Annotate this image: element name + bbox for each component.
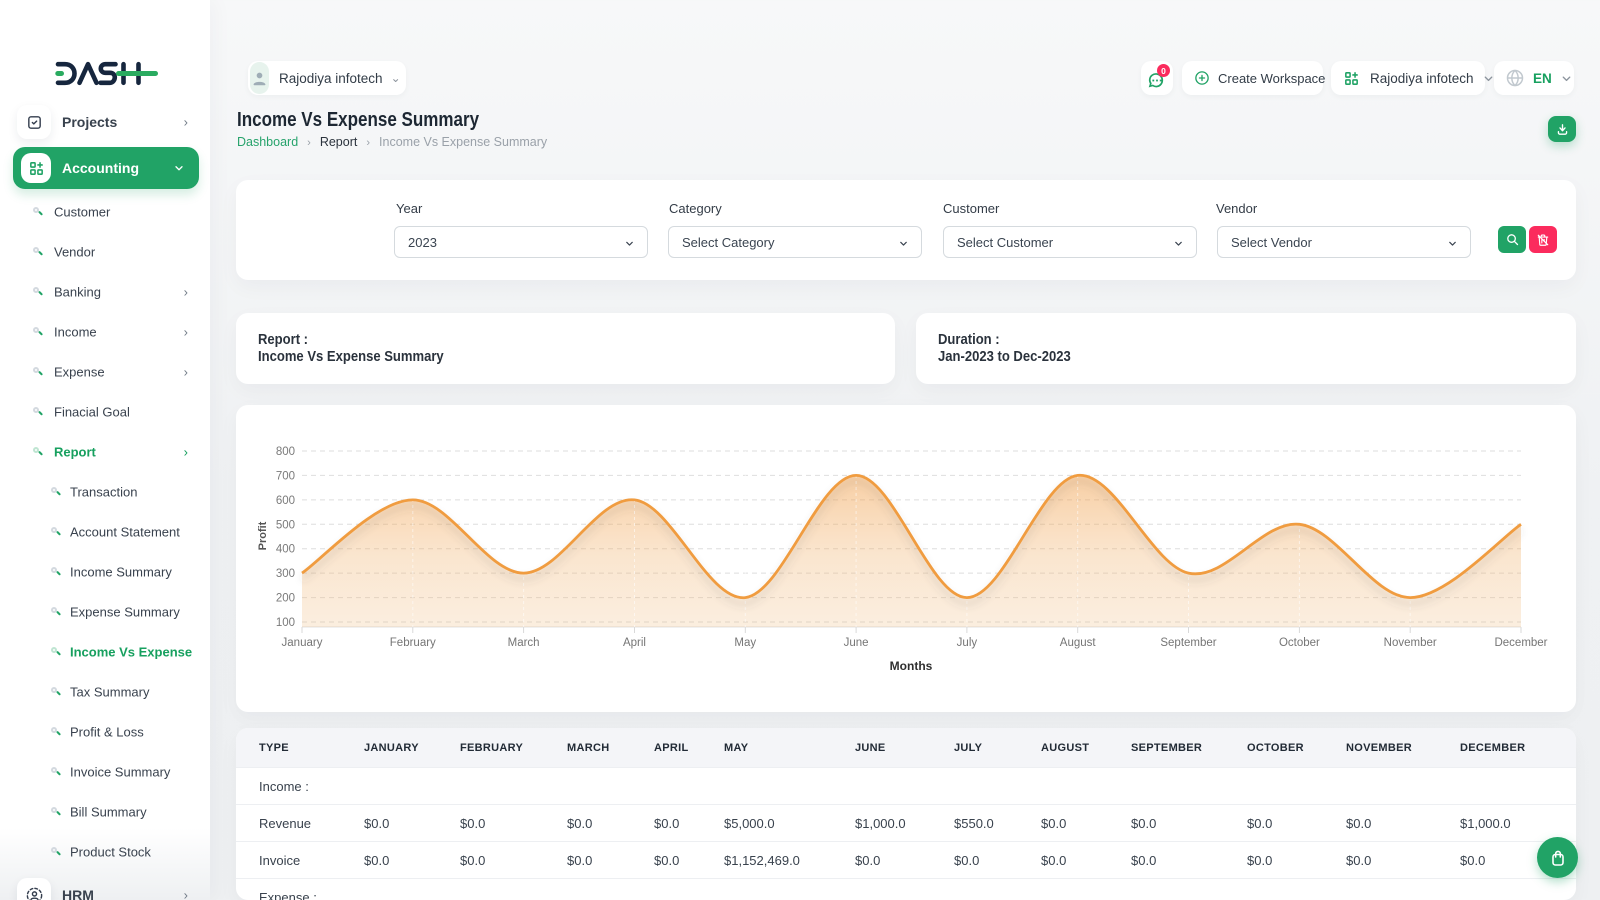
svg-text:600: 600 bbox=[276, 495, 295, 507]
svg-text:100: 100 bbox=[276, 617, 295, 629]
svg-text:June: June bbox=[844, 637, 869, 649]
svg-text:February: February bbox=[390, 637, 436, 649]
svg-text:Months: Months bbox=[890, 659, 933, 673]
svg-text:April: April bbox=[623, 637, 646, 649]
svg-text:300: 300 bbox=[276, 568, 295, 580]
svg-text:July: July bbox=[957, 637, 978, 649]
svg-text:May: May bbox=[734, 637, 756, 649]
svg-text:500: 500 bbox=[276, 519, 295, 531]
svg-text:January: January bbox=[282, 637, 323, 649]
svg-text:October: October bbox=[1279, 637, 1320, 649]
svg-text:November: November bbox=[1384, 637, 1437, 649]
svg-text:March: March bbox=[508, 637, 540, 649]
svg-text:800: 800 bbox=[276, 446, 295, 458]
svg-text:September: September bbox=[1160, 637, 1216, 649]
svg-text:200: 200 bbox=[276, 593, 295, 605]
svg-text:December: December bbox=[1494, 637, 1547, 649]
svg-text:Profit: Profit bbox=[257, 521, 269, 550]
svg-text:400: 400 bbox=[276, 544, 295, 556]
svg-text:August: August bbox=[1060, 637, 1097, 649]
svg-text:700: 700 bbox=[276, 470, 295, 482]
